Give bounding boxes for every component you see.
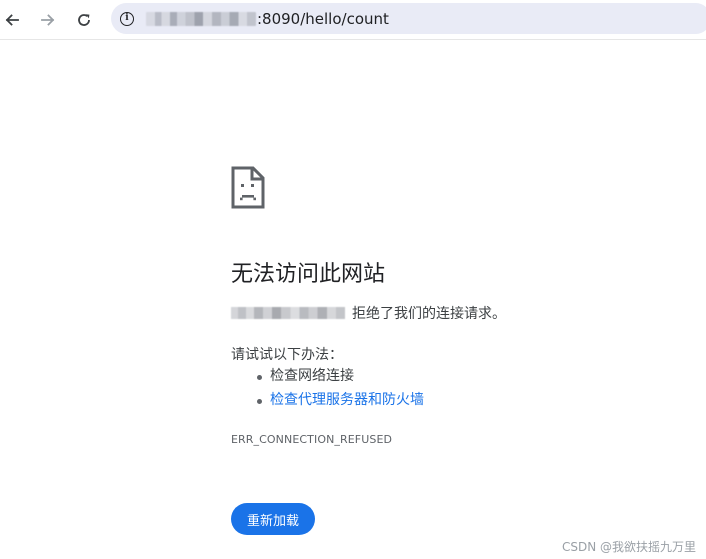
address-bar[interactable]: i :8090/hello/count (111, 3, 706, 34)
error-code: ERR_CONNECTION_REFUSED (231, 433, 393, 446)
suggestions-list: 检查网络连接 检查代理服务器和防火墙 (231, 367, 424, 415)
url-host-redacted (146, 11, 256, 26)
reload-icon (78, 14, 90, 26)
reload-button[interactable]: 重新加载 (231, 503, 315, 535)
suggestion-check-proxy-firewall-link[interactable]: 检查代理服务器和防火墙 (231, 391, 424, 415)
suggestion-check-network: 检查网络连接 (231, 367, 424, 391)
host-redacted (231, 307, 345, 319)
refused-message: 拒绝了我们的连接请求。 (231, 303, 506, 323)
browser-toolbar: i :8090/hello/count (0, 0, 706, 40)
forward-button[interactable] (36, 8, 60, 32)
info-icon[interactable]: i (120, 11, 134, 26)
back-button[interactable] (0, 8, 24, 32)
page-title: 无法访问此网站 (231, 262, 386, 287)
reload-toolbar-button[interactable] (72, 8, 96, 32)
watermark: CSDN @我欲扶摇九万里 (561, 540, 696, 554)
suggestions-heading: 请试试以下办法： (231, 347, 343, 363)
arrow-right-icon (41, 14, 55, 26)
sad-document-icon (231, 166, 265, 209)
url-path: :8090/hello/count (257, 9, 389, 28)
arrow-left-icon (5, 14, 19, 26)
refused-message-text: 拒绝了我们的连接请求。 (352, 306, 506, 322)
